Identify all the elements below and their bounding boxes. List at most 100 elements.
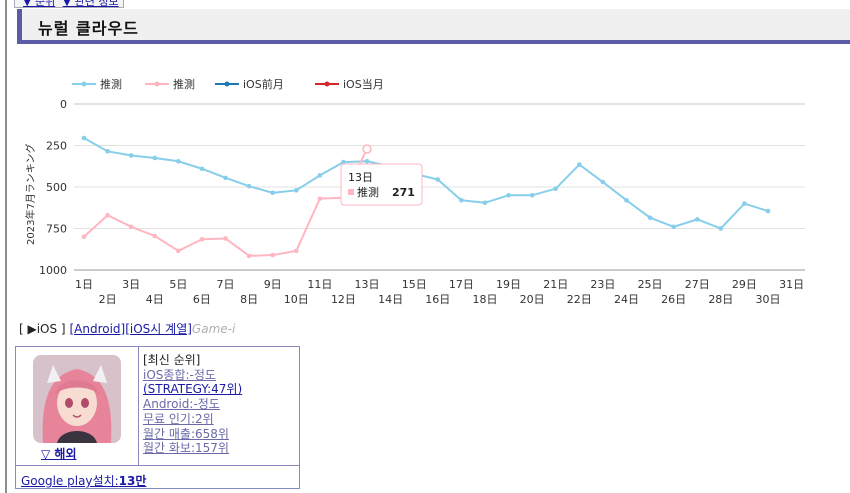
app-icon — [33, 355, 121, 443]
x-tick-label: 17日 — [449, 278, 474, 291]
x-tick-label: 5日 — [169, 278, 187, 291]
x-tick-label: 21日 — [543, 278, 568, 291]
data-point[interactable] — [482, 200, 488, 206]
data-point[interactable] — [246, 183, 252, 189]
x-tick-label: 11日 — [307, 278, 332, 291]
data-point[interactable] — [152, 233, 158, 239]
data-point[interactable] — [624, 197, 629, 203]
chart-legend: 推測 推測 iOS前月 iOS当月 — [72, 77, 384, 91]
hovered-data-point[interactable] — [362, 144, 372, 154]
chart-series — [81, 135, 771, 259]
x-tick-label: 10日 — [284, 293, 309, 306]
data-point[interactable] — [128, 153, 134, 158]
chart-grid — [74, 103, 805, 271]
legend-marker — [81, 81, 87, 87]
y-tick-label: 250 — [46, 140, 67, 153]
latest-rank-heading: [최신 순위] — [143, 353, 201, 367]
tooltip-series: 推測 — [357, 185, 379, 199]
data-point[interactable] — [105, 212, 110, 218]
x-tick-label: 9日 — [264, 278, 282, 291]
data-point[interactable] — [105, 149, 110, 154]
data-point[interactable] — [152, 155, 158, 161]
strategy-rank-link[interactable]: (STRATEGY:47위) — [143, 382, 242, 396]
legend-label[interactable]: iOS前月 — [243, 77, 284, 91]
data-point[interactable] — [647, 215, 653, 221]
data-point[interactable] — [199, 236, 205, 242]
android-rank-link[interactable]: Android:-정도 — [143, 397, 220, 411]
x-tick-label: 6日 — [193, 293, 211, 306]
region-overseas-link[interactable]: ▽ 해외 — [41, 445, 77, 462]
legend-label[interactable]: iOS当月 — [343, 77, 384, 91]
x-tick-label: 18日 — [472, 293, 497, 306]
data-point[interactable] — [81, 234, 87, 240]
platform-game-i: Game-i — [191, 322, 236, 336]
x-tick-label: 30日 — [756, 293, 781, 306]
legend-marker — [154, 81, 160, 87]
tooltip-value: 271 — [392, 186, 415, 199]
legend-marker — [324, 81, 330, 87]
data-point[interactable] — [270, 190, 275, 196]
data-point[interactable] — [529, 193, 535, 198]
data-point[interactable] — [600, 179, 606, 185]
data-point[interactable] — [223, 236, 228, 241]
data-point[interactable] — [577, 162, 582, 167]
data-point[interactable] — [176, 158, 181, 164]
google-play-label: Google play설치: — [21, 474, 119, 488]
data-point[interactable] — [742, 201, 747, 206]
y-axis-ticks: 0 250 500 750 1000 — [39, 98, 67, 277]
data-point[interactable] — [317, 173, 323, 178]
y-axis-label: 2023年7月ランキング — [24, 143, 37, 245]
data-point[interactable] — [293, 188, 299, 193]
legend-marker — [224, 81, 230, 87]
data-point[interactable] — [553, 186, 559, 191]
chart-tooltip: 13日 推測 271 — [340, 163, 423, 206]
card-divider-vertical — [138, 347, 139, 465]
x-tick-label: 1日 — [75, 278, 93, 291]
ios-total-rank-link[interactable]: iOS종합:-정도 — [143, 368, 216, 382]
data-point[interactable] — [435, 177, 441, 182]
x-tick-label: 31日 — [779, 278, 804, 291]
data-point[interactable] — [694, 217, 700, 222]
data-point[interactable] — [81, 135, 87, 141]
data-point[interactable] — [176, 248, 181, 254]
data-point[interactable] — [364, 158, 370, 164]
data-point[interactable] — [270, 252, 275, 258]
x-tick-label: 7日 — [217, 278, 235, 291]
card-divider-horizontal — [16, 465, 299, 466]
platform-links: [ ▶iOS ] [Android][iOS시 계열]Game-i — [19, 320, 235, 337]
legend-label[interactable]: 推測 — [100, 77, 122, 91]
tooltip-title: 13日 — [348, 171, 373, 184]
latest-rank-info: [최신 순위] iOS종합:-정도 (STRATEGY:47위) Android… — [143, 353, 242, 456]
data-point[interactable] — [506, 193, 511, 198]
free-popular-rank-link[interactable]: 무료 인기:2위 — [143, 412, 214, 426]
data-point[interactable] — [459, 197, 464, 203]
x-tick-label: 13日 — [355, 278, 380, 291]
legend-label[interactable]: 推測 — [173, 77, 195, 91]
x-tick-label: 14日 — [378, 293, 403, 306]
data-point[interactable] — [128, 224, 134, 230]
data-point[interactable] — [223, 175, 228, 181]
data-point[interactable] — [199, 166, 205, 172]
x-axis-ticks: 1日 2日 3日 4日 5日 6日 7日 8日 9日10日 11日 12日 13日 14日 15日 16日 1… — [75, 278, 804, 306]
x-tick-label: 12日 — [331, 293, 356, 306]
x-tick-label: 15日 — [402, 278, 427, 291]
platform-ios-series-link[interactable]: [iOS시 계열] — [125, 322, 192, 336]
google-play-installs-link[interactable]: Google play설치:13만 — [21, 472, 146, 489]
monthly-sales-rank-link[interactable]: 월간 매출:658위 — [143, 427, 229, 441]
data-point[interactable] — [317, 196, 323, 201]
x-tick-label: 8日 — [240, 293, 258, 306]
y-tick-label: 500 — [46, 181, 67, 194]
platform-android-link[interactable]: [Android] — [69, 322, 125, 336]
data-point[interactable] — [718, 226, 724, 231]
ranking-line-chart: 推測 推測 iOS前月 iOS当月 02505007501000 1日2日3日4日5日… — [24, 77, 805, 306]
ranking-card: ▽ 해외 [최신 순위] iOS종합:-정도 (STRATEGY:47위) An… — [15, 346, 300, 489]
x-tick-label: 3日 — [122, 278, 140, 291]
x-tick-label: 20日 — [520, 293, 545, 306]
x-tick-label: 16日 — [425, 293, 450, 306]
data-point[interactable] — [765, 208, 771, 214]
x-tick-label: 25日 — [638, 278, 663, 291]
monthly-topic-rank-link[interactable]: 월간 화보:157위 — [143, 441, 229, 455]
data-point[interactable] — [246, 253, 252, 259]
data-point[interactable] — [671, 224, 676, 230]
data-point[interactable] — [293, 248, 299, 254]
